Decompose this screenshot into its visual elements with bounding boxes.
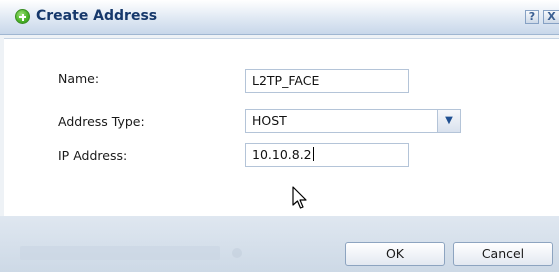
close-button[interactable]: X — [543, 10, 559, 24]
dialog-footer: OK Cancel — [0, 216, 559, 272]
text-caret — [312, 147, 314, 161]
create-address-dialog: Create Address ? X Name: L2TP_FACE Addre… — [0, 0, 559, 272]
name-input[interactable]: L2TP_FACE — [245, 69, 409, 93]
ip-address-label: IP Address: — [58, 148, 128, 163]
background-dot — [232, 248, 242, 258]
add-icon — [15, 9, 30, 24]
form-panel: Name: L2TP_FACE Address Type: HOST ▼ IP … — [4, 38, 559, 217]
background-placeholder — [20, 246, 220, 260]
name-label: Name: — [58, 71, 100, 86]
dialog-titlebar: Create Address ? X — [0, 0, 559, 35]
address-type-select[interactable]: HOST ▼ — [245, 109, 461, 133]
chevron-down-icon[interactable]: ▼ — [437, 110, 460, 132]
dialog-title: Create Address — [36, 8, 158, 24]
ok-button[interactable]: OK — [345, 242, 445, 266]
ip-address-value: 10.10.8.2 — [252, 147, 312, 162]
address-type-value: HOST — [252, 113, 287, 128]
address-type-label: Address Type: — [58, 114, 145, 129]
cancel-button[interactable]: Cancel — [453, 242, 553, 266]
mouse-pointer-icon — [292, 186, 307, 209]
ip-address-input[interactable]: 10.10.8.2 — [245, 143, 409, 167]
help-button[interactable]: ? — [525, 10, 539, 24]
name-input-value: L2TP_FACE — [252, 73, 320, 88]
